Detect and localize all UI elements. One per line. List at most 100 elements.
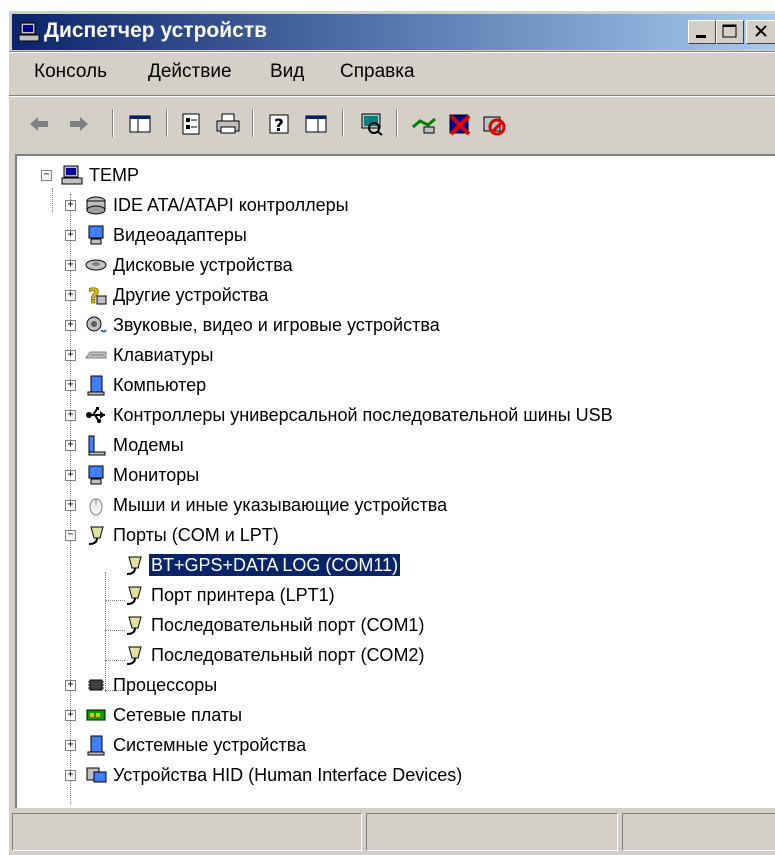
tree-item-label: Порты (COM и LPT)	[113, 525, 279, 545]
tree-item-label: Мыши и иные указывающие устройства	[113, 495, 448, 515]
tree-connector	[105, 630, 125, 631]
tree-item-label: Системные устройства	[113, 735, 307, 755]
port-icon	[126, 556, 142, 575]
tree-item-label: Порт принтера (LPT1)	[151, 585, 335, 605]
status-panel	[622, 813, 775, 851]
maximize-icon	[722, 24, 737, 38]
tree-connector	[52, 188, 53, 212]
port-icon	[126, 586, 142, 605]
minimize-button[interactable]	[688, 20, 716, 44]
tree-item-label: Последовательный порт (COM1)	[151, 615, 425, 635]
usb-icon	[86, 407, 105, 423]
hid-icon	[86, 767, 107, 783]
tree-item-label: Модемы	[113, 435, 184, 455]
forward-arrow-icon[interactable]	[64, 111, 92, 137]
tree-item-label: Звуковые, видео и игровые устройства	[113, 315, 440, 335]
computer-icon	[61, 165, 83, 185]
expand-toggle[interactable]: +	[65, 380, 76, 391]
toolbar: ?	[12, 103, 775, 147]
port-icon	[126, 646, 142, 665]
disable-device-icon[interactable]	[446, 111, 474, 137]
menu-console[interactable]: Консоль	[34, 61, 107, 83]
expand-toggle[interactable]: +	[65, 290, 76, 301]
expand-toggle[interactable]: +	[65, 200, 76, 211]
tree-item-label: Устройства HID (Human Interface Devices)	[113, 765, 463, 785]
menu-view[interactable]: Вид	[270, 61, 304, 83]
toolbar-separator	[252, 109, 254, 137]
monitor-icon	[88, 465, 104, 485]
uninstall-device-icon[interactable]	[480, 111, 508, 137]
toolbar-separator	[342, 109, 344, 137]
expand-toggle[interactable]: +	[65, 350, 76, 361]
help-icon[interactable]: ?	[266, 111, 294, 137]
toolbar-separator	[396, 109, 398, 137]
network-adapter-icon	[86, 709, 106, 721]
tree-root-label: TEMP	[89, 165, 140, 185]
port-icon	[126, 616, 142, 635]
disk-drive-icon	[85, 259, 107, 271]
properties-icon[interactable]	[178, 111, 206, 137]
tree-item-label: Другие устройства	[113, 285, 269, 305]
tree-connector	[105, 660, 125, 661]
status-panel	[366, 813, 618, 851]
action-pane-icon[interactable]	[302, 111, 330, 137]
expand-toggle[interactable]: +	[65, 230, 76, 241]
toolbar-separator	[166, 109, 168, 137]
mouse-icon	[89, 498, 103, 516]
toolbar-separator	[112, 109, 114, 137]
status-bar	[12, 813, 775, 853]
menu-action[interactable]: Действие	[148, 61, 232, 83]
close-button[interactable]	[746, 20, 775, 44]
expand-toggle[interactable]: +	[65, 320, 76, 331]
tree-item-label: Компьютер	[113, 375, 207, 395]
tree-item-label: Контроллеры универсальной последовательн…	[113, 405, 613, 425]
expand-toggle[interactable]: +	[65, 410, 76, 421]
system-device-icon	[87, 735, 105, 756]
collapse-root-toggle[interactable]: −	[41, 170, 52, 181]
svg-text:?: ?	[274, 116, 284, 136]
tree-item-label: Клавиатуры	[113, 345, 214, 365]
tree-connector	[105, 600, 125, 601]
minimize-icon	[696, 35, 706, 38]
sound-icon	[86, 316, 107, 333]
tree-item-label: IDE ATA/ATAPI контроллеры	[113, 195, 349, 215]
tree-item-label: Дисковые устройства	[113, 255, 293, 275]
expand-toggle[interactable]: +	[65, 770, 76, 781]
expand-toggle[interactable]: +	[65, 500, 76, 511]
show-hide-tree-icon[interactable]	[126, 111, 154, 137]
close-icon	[755, 25, 767, 37]
menu-help[interactable]: Справка	[340, 61, 415, 83]
tree-item-label: Процессоры	[113, 675, 218, 695]
display-adapter-icon	[88, 225, 104, 245]
expand-toggle[interactable]: +	[65, 440, 76, 451]
scan-hardware-icon[interactable]	[358, 111, 386, 137]
menu-bar: Консоль Действие Вид Справка	[12, 55, 775, 87]
modem-icon	[88, 435, 106, 456]
expand-toggle[interactable]: +	[65, 260, 76, 271]
title-divider	[9, 51, 775, 53]
device-manager-window: Диспетчер устройств Консоль Действие Вид…	[8, 10, 775, 855]
tree-item-label: Последовательный порт (COM2)	[151, 645, 425, 665]
expand-toggle[interactable]: +	[65, 740, 76, 751]
title-bar[interactable]: Диспетчер устройств	[12, 14, 775, 50]
print-icon[interactable]	[214, 111, 242, 137]
device-tree: − TEMP + IDE ATA/ATAPI контроллеры + Вид…	[15, 154, 775, 808]
status-panel	[12, 813, 362, 851]
device-manager-icon	[18, 22, 40, 42]
collapse-toggle[interactable]: −	[65, 530, 76, 541]
expand-toggle[interactable]: +	[65, 680, 76, 691]
computer-icon	[87, 375, 105, 396]
unknown-device-icon: ?	[88, 284, 107, 306]
tree-item-label: BT+GPS+DATA LOG (COM11)	[147, 553, 402, 577]
processor-icon	[88, 679, 104, 691]
maximize-button[interactable]	[716, 20, 744, 44]
tree-item-label: Сетевые платы	[113, 705, 243, 725]
tree-item-label: Видеоадаптеры	[113, 225, 247, 245]
update-driver-icon[interactable]	[410, 111, 438, 137]
window-title: Диспетчер устройств	[44, 19, 268, 42]
menu-divider	[9, 95, 775, 97]
expand-toggle[interactable]: +	[65, 710, 76, 721]
back-arrow-icon[interactable]	[26, 111, 54, 137]
expand-toggle[interactable]: +	[65, 470, 76, 481]
keyboard-icon	[85, 351, 107, 359]
